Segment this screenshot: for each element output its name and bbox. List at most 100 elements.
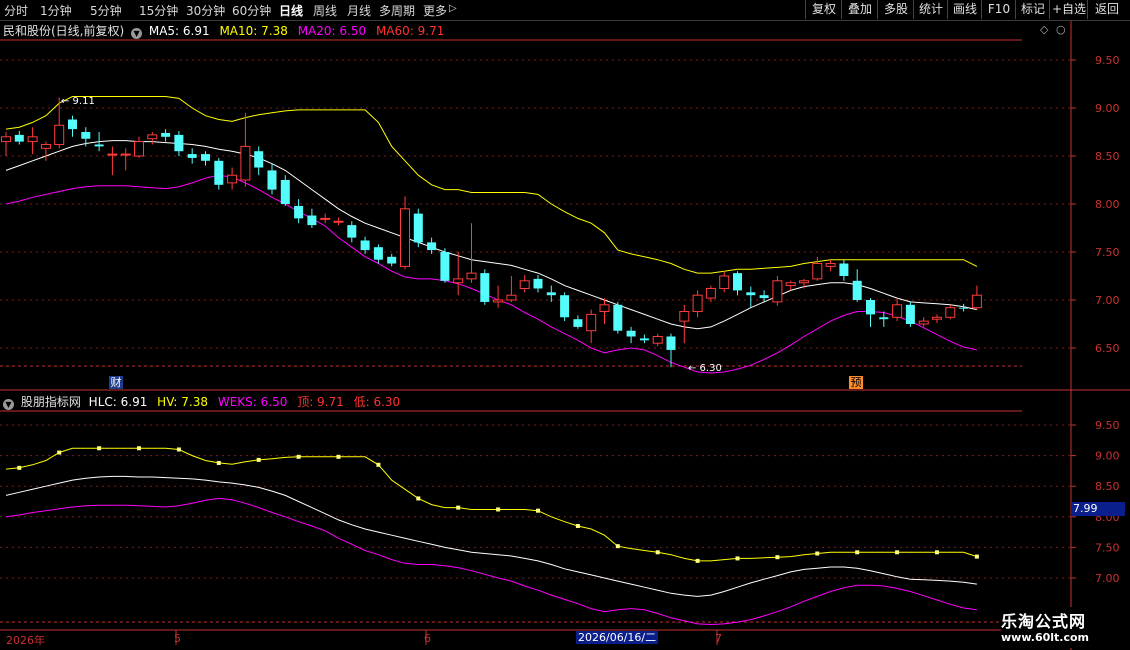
indicator-dropdown-icon[interactable]: ▼ xyxy=(3,399,14,410)
candle-body xyxy=(40,143,51,149)
tab-30min[interactable]: 30分钟 xyxy=(186,2,225,19)
watermark-title: 乐淘公式网 xyxy=(1001,612,1087,631)
dropdown-circle-icon[interactable]: ▼ xyxy=(131,28,143,39)
candle-body xyxy=(240,145,251,181)
settings-circle-icon[interactable]: ○ xyxy=(1056,23,1066,36)
hv-marker xyxy=(97,446,102,451)
candle-body xyxy=(134,141,144,157)
candle-body xyxy=(174,134,184,152)
tab-daily[interactable]: 日线 xyxy=(279,2,303,19)
candle-body xyxy=(333,220,344,223)
candle-body xyxy=(746,292,756,296)
tab-multi-period[interactable]: 多周期 xyxy=(379,2,415,19)
hv-marker xyxy=(895,550,900,555)
y-tick-label: 9.50 xyxy=(1095,54,1120,67)
candle-body xyxy=(14,134,24,142)
candle-body xyxy=(161,132,171,137)
tab-monthly[interactable]: 月线 xyxy=(347,2,371,19)
y-tick-label: 6.50 xyxy=(1095,342,1120,355)
tab-weekly[interactable]: 周线 xyxy=(313,2,337,19)
hv-marker xyxy=(855,550,860,555)
low-marker: ← 6.30 xyxy=(688,363,722,374)
candle-body xyxy=(147,134,158,140)
top-toolbar: 分时 1分钟 5分钟 15分钟 30分钟 60分钟 日线 周线 月线 多周期 更… xyxy=(0,0,1130,21)
candle-body xyxy=(839,263,849,276)
finance-badge[interactable]: 财 xyxy=(109,376,123,389)
low-value: 低: 6.30 xyxy=(353,395,401,409)
candle-body xyxy=(400,208,410,267)
candle-body xyxy=(254,151,264,168)
y-tick-label: 9.50 xyxy=(1095,419,1120,432)
hv-value: HV: 7.38 xyxy=(157,395,209,409)
hv-marker xyxy=(376,462,381,467)
candle-body xyxy=(719,275,730,289)
chart-canvas[interactable]: 6.507.007.508.008.509.009.507.007.508.00… xyxy=(0,0,1130,650)
series-line-ma5 xyxy=(5,140,978,330)
mark-button[interactable]: 标记 xyxy=(1015,0,1050,19)
tab-60min[interactable]: 60分钟 xyxy=(232,2,271,19)
indicator-name[interactable]: 股朋指标网 xyxy=(21,395,81,409)
candle-body xyxy=(825,263,836,267)
hv-marker xyxy=(176,447,181,452)
add-watchlist-button[interactable]: +自选 xyxy=(1049,0,1088,19)
forecast-badge[interactable]: 预 xyxy=(849,376,863,389)
hv-marker xyxy=(775,555,780,560)
candle-body xyxy=(772,280,783,303)
adjust-price-button[interactable]: 复权 xyxy=(805,0,842,19)
hv-marker xyxy=(655,550,660,555)
hv-marker xyxy=(137,446,141,451)
candle-body xyxy=(27,136,38,143)
candle-body xyxy=(81,132,91,139)
candle-body xyxy=(733,273,742,291)
candle-body xyxy=(320,217,331,220)
candle-body xyxy=(307,215,317,226)
y-tick-label: 7.00 xyxy=(1095,294,1120,307)
f10-button[interactable]: F10 xyxy=(981,0,1016,19)
hv-marker xyxy=(735,556,740,561)
candle-body xyxy=(639,338,649,341)
y-tick-label: 7.50 xyxy=(1095,541,1120,554)
candle-body xyxy=(892,304,903,318)
tab-timeshare[interactable]: 分时 xyxy=(4,2,28,19)
more-arrow-icon[interactable]: ▷ xyxy=(449,3,457,14)
stock-title[interactable]: 民和股份(日线,前复权) xyxy=(3,24,124,38)
ma60-value: MA60: 9.71 xyxy=(375,24,445,38)
hv-marker xyxy=(575,523,580,528)
candle-body xyxy=(692,294,703,313)
candle-body xyxy=(187,154,197,158)
candle-body xyxy=(68,119,77,130)
tab-more[interactable]: 更多 xyxy=(423,2,447,19)
watermark-url: www.60lt.com xyxy=(1001,631,1090,644)
multi-stock-button[interactable]: 多股 xyxy=(877,0,914,19)
candle-body xyxy=(546,292,556,296)
hlc-value: HLC: 6.91 xyxy=(88,395,148,409)
tab-1min[interactable]: 1分钟 xyxy=(40,2,72,19)
candle-body xyxy=(799,280,809,284)
hv-marker xyxy=(974,554,979,559)
candle-body xyxy=(466,272,477,280)
hv-marker xyxy=(296,454,301,459)
candle-body xyxy=(599,304,610,313)
candle-body xyxy=(879,317,889,320)
year-label: 2026年 xyxy=(6,634,45,647)
hv-marker xyxy=(216,460,221,465)
candle-body xyxy=(201,154,210,161)
ma20-value: MA20: 6.50 xyxy=(297,24,367,38)
tab-5min[interactable]: 5分钟 xyxy=(90,2,122,19)
hv-marker xyxy=(336,454,341,459)
draw-line-button[interactable]: 画线 xyxy=(947,0,982,19)
tab-15min[interactable]: 15分钟 xyxy=(139,2,178,19)
month-label-5: 5 xyxy=(174,632,181,645)
candle-body xyxy=(506,294,517,301)
statistics-button[interactable]: 统计 xyxy=(913,0,948,19)
candle-body xyxy=(759,295,769,299)
hv-marker xyxy=(456,505,461,510)
back-button[interactable]: 返回 xyxy=(1087,0,1126,19)
candle-body xyxy=(852,280,862,300)
hv-marker xyxy=(695,558,700,563)
candle-body xyxy=(613,304,623,331)
candle-body xyxy=(586,313,597,332)
hv-marker xyxy=(536,508,540,513)
diamond-icon[interactable]: ◇ xyxy=(1040,23,1048,36)
overlay-button[interactable]: 叠加 xyxy=(841,0,878,19)
